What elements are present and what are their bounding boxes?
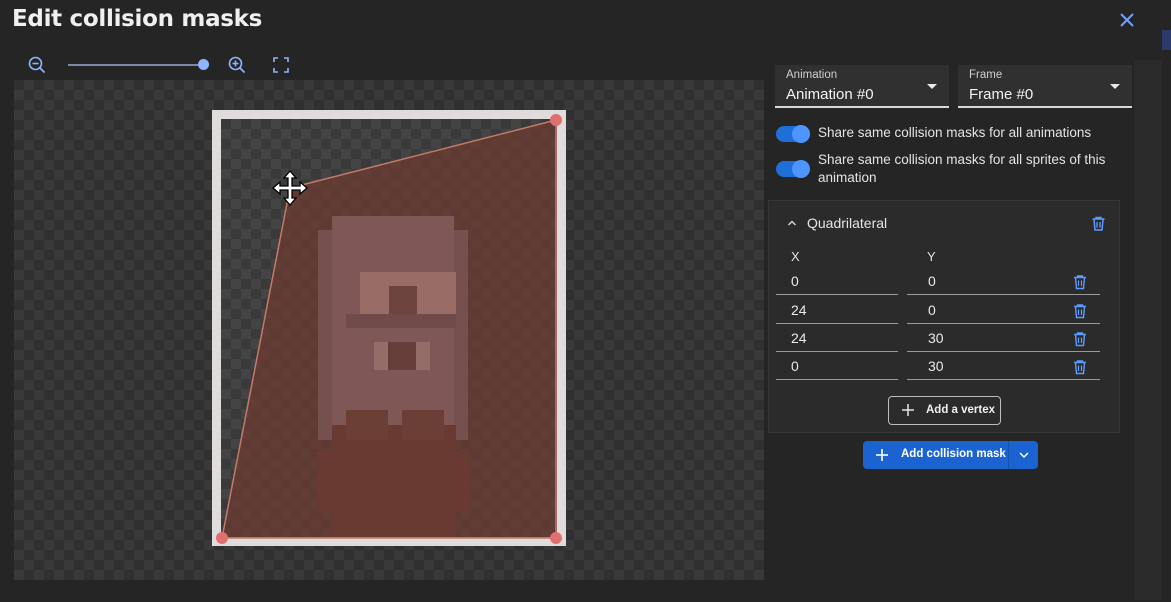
mask-shape-name: Quadrilateral bbox=[807, 215, 888, 231]
panel-scroll-area bbox=[1134, 60, 1162, 600]
delete-vertex-icon[interactable] bbox=[1072, 359, 1088, 375]
frame-select[interactable]: Frame Frame #0 bbox=[958, 65, 1132, 108]
vertex-row: 0 0 bbox=[776, 268, 1114, 295]
caret-down-icon bbox=[927, 84, 937, 89]
window-edge bbox=[1162, 30, 1171, 50]
zoom-out-icon[interactable] bbox=[27, 55, 47, 75]
vertex-y-input[interactable]: 0 bbox=[928, 273, 936, 289]
delete-vertex-icon[interactable] bbox=[1072, 303, 1088, 319]
vertex-x-input[interactable]: 24 bbox=[791, 330, 807, 346]
column-header-y: Y bbox=[927, 249, 936, 264]
vertex-x-input[interactable]: 0 bbox=[791, 358, 799, 374]
share-masks-animations-toggle[interactable] bbox=[776, 125, 810, 143]
sprite-and-mask-overlay bbox=[216, 114, 562, 544]
vertex-row: 24 30 bbox=[776, 325, 1114, 352]
vertex-x-input[interactable]: 24 bbox=[791, 302, 807, 318]
frame-select-label: Frame bbox=[969, 69, 1003, 81]
zoom-slider[interactable] bbox=[68, 59, 210, 71]
chevron-down-icon[interactable] bbox=[1018, 450, 1030, 460]
vertex-y-input[interactable]: 0 bbox=[928, 302, 936, 318]
close-icon[interactable] bbox=[1116, 9, 1138, 31]
share-masks-sprites-label: Share same collision masks for all sprit… bbox=[818, 152, 1106, 185]
vertex-y-input[interactable]: 30 bbox=[928, 330, 944, 346]
share-masks-sprites-toggle[interactable] bbox=[776, 160, 810, 178]
fullscreen-fit-icon[interactable] bbox=[271, 55, 291, 75]
add-vertex-button[interactable]: Add a vertex bbox=[888, 396, 1001, 425]
add-collision-mask-label: Add collision mask bbox=[901, 448, 1006, 460]
caret-down-icon bbox=[1110, 84, 1120, 89]
animation-select[interactable]: Animation Animation #0 bbox=[775, 65, 949, 108]
collision-mask-polygon bbox=[221, 119, 557, 539]
vertex-x-input[interactable]: 0 bbox=[791, 273, 799, 289]
frame-select-value: Frame #0 bbox=[969, 86, 1034, 103]
delete-vertex-icon[interactable] bbox=[1072, 331, 1088, 347]
dialog-title: Edit collision masks bbox=[12, 6, 263, 32]
plus-icon bbox=[876, 449, 888, 461]
vertex-y-input[interactable]: 30 bbox=[928, 358, 944, 374]
add-vertex-label: Add a vertex bbox=[926, 404, 996, 416]
vertex-handle bbox=[550, 114, 562, 126]
share-masks-animations-label: Share same collision masks for all anima… bbox=[818, 125, 1092, 140]
vertex-row: 24 0 bbox=[776, 297, 1114, 324]
column-header-x: X bbox=[791, 249, 800, 264]
add-collision-mask-button[interactable]: Add collision mask bbox=[863, 441, 1038, 469]
delete-vertex-icon[interactable] bbox=[1072, 274, 1088, 290]
vertex-handle bbox=[550, 532, 562, 544]
chevron-up-icon[interactable] bbox=[787, 218, 797, 228]
plus-icon bbox=[902, 404, 914, 416]
vertex-row: 0 30 bbox=[776, 353, 1114, 380]
delete-mask-icon[interactable] bbox=[1090, 215, 1107, 232]
collision-mask-card: Quadrilateral X Y 0 0 24 0 24 30 0 30 Ad… bbox=[768, 200, 1120, 433]
vertex-handle bbox=[216, 532, 228, 544]
animation-select-label: Animation bbox=[786, 69, 838, 81]
zoom-slider-thumb[interactable] bbox=[198, 59, 209, 70]
animation-select-value: Animation #0 bbox=[786, 86, 874, 103]
zoom-slider-track bbox=[68, 64, 202, 66]
zoom-in-icon[interactable] bbox=[227, 55, 247, 75]
sprite-canvas[interactable] bbox=[14, 80, 764, 580]
